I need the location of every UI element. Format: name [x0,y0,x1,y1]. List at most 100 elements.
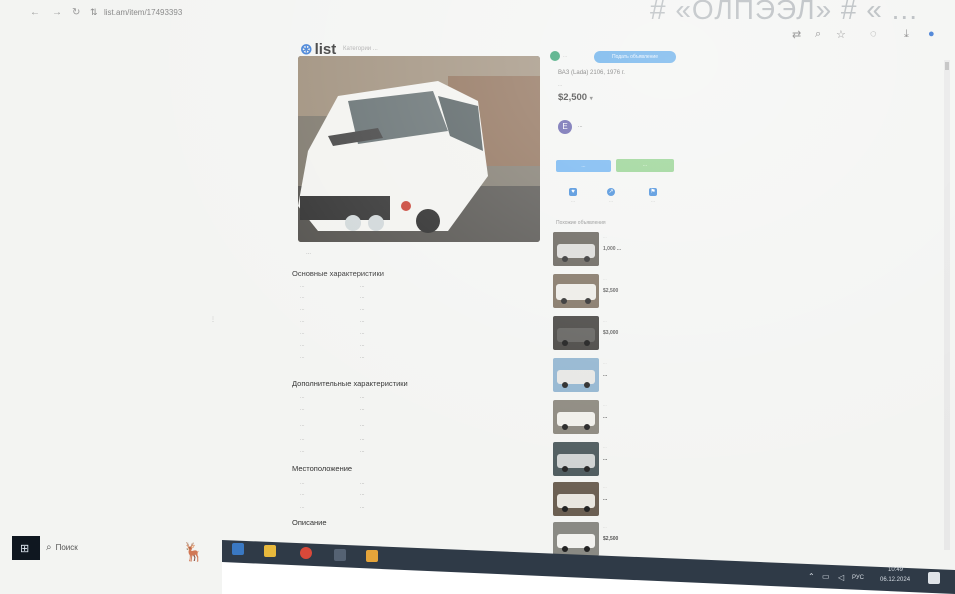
car-thumb-icon [553,442,599,476]
action-label: ... [651,198,655,203]
similar-ad-price: ... [603,414,608,420]
translate-icon[interactable]: ⇄ [792,28,801,41]
spec-key: ... [300,422,305,428]
similar-ad-thumbnail [553,232,599,266]
spec-value: ... [360,422,365,428]
clock-date[interactable]: 06.12.2024 [880,577,910,583]
main-car-photo[interactable] [298,56,540,242]
spec-value: ... [360,394,365,400]
report-action[interactable]: ⚑... [638,188,668,203]
spec-key: ... [300,480,305,486]
spec-row: ...... [300,422,470,432]
volume-icon[interactable]: ◁ [838,573,844,582]
chrome-icon[interactable] [300,547,312,559]
profile-icon[interactable]: ● [928,28,935,40]
spec-row: ...... [300,436,470,446]
download-icon[interactable]: ⤓ [904,28,909,41]
top-nav-links[interactable]: Категории ... [343,46,378,52]
tray-language[interactable]: РУС [852,575,864,581]
spec-row: ...... [300,406,470,416]
address-bar-url[interactable]: list.am/item/17493393 [104,8,182,17]
spec-key: ... [300,504,305,510]
message-button[interactable]: ... [616,159,674,172]
taskbar-app-icon[interactable] [334,549,346,561]
spec-key: ... [300,436,305,442]
heart-icon: ♥ [569,188,577,196]
ad-subtitle: ... [558,82,563,88]
share-action[interactable]: ↗... [596,188,626,203]
car-photo-illustration [298,56,540,242]
photo-caption: ... [306,250,312,256]
car-thumb-icon [553,400,599,434]
similar-ad-thumbnail [553,442,599,476]
spec-value: ... [360,491,365,497]
reload-icon[interactable]: ↻ [72,7,80,18]
site-info-icon[interactable]: ⇅ [90,7,98,18]
section-location-title: Местоположение [292,464,353,473]
ad-title: ВАЗ (Lada) 2106, 1976 г. [558,70,625,76]
spec-key: ... [300,283,305,289]
spec-value: ... [360,330,365,336]
clock-time[interactable]: 10:49 [888,567,903,573]
tray-chevron-icon[interactable]: ⌃ [808,572,815,581]
seller-name[interactable]: ... [578,123,583,129]
spec-row: ...... [300,318,470,328]
scrollbar-thumb[interactable] [945,62,949,70]
spec-key: ... [300,294,305,300]
similar-ad-item[interactable]: ... ... [553,482,683,520]
spec-row: ...... [300,283,470,293]
seller-badge-label: ... [563,53,568,59]
bookmark-star-icon[interactable]: ☆ [836,28,846,41]
spec-value: ... [360,283,365,289]
similar-ad-title: ... [603,360,607,365]
spec-key: ... [300,306,305,312]
taskview-icon[interactable] [232,543,244,555]
section-main-specs-title: Основные характеристики [292,269,384,278]
forward-icon[interactable]: → [52,7,62,18]
similar-ad-price: ... [603,496,608,502]
windows-logo-icon: ⊞ [20,543,30,555]
price[interactable]: $2,500 ▾ [558,92,593,103]
zoom-icon[interactable]: ⌕ [815,28,821,41]
spec-row: ...... [300,491,470,501]
notification-center-icon[interactable] [928,572,940,584]
similar-ad-item[interactable]: ... 1,000 ... [553,232,683,270]
extensions-icon[interactable]: ◌ [870,28,877,40]
network-icon[interactable]: ▭ [822,572,830,581]
moose-widget-icon[interactable]: 🦌 [182,542,204,563]
seller-badge-icon[interactable] [550,51,560,61]
spec-value: ... [360,406,365,412]
similar-ad-item[interactable]: ... $2,500 [553,274,683,312]
similar-ad-title: ... [603,484,607,489]
start-button[interactable]: ⊞ [12,536,40,560]
post-ad-button[interactable]: Подать объявление [594,51,676,63]
back-icon[interactable]: ← [30,7,40,18]
taskbar-search[interactable]: ⌕ Поиск [46,542,78,553]
similar-ad-item[interactable]: ... ... [553,358,683,396]
call-button[interactable]: ... [556,160,611,172]
car-thumb-icon [553,274,599,308]
spec-value: ... [360,448,365,454]
similar-ad-item[interactable]: ... ... [553,442,683,480]
screen-reflection-text: # «ОЛПЭЭЛ» # « ... [650,0,918,25]
spec-key: ... [300,342,305,348]
page-scrollbar[interactable] [944,60,950,550]
spec-value: ... [360,318,365,324]
similar-ad-item[interactable]: ... ... [553,400,683,438]
taskbar-app-icon[interactable] [366,550,378,562]
flag-icon: ⚑ [649,188,657,196]
action-label: ... [609,198,613,203]
similar-ad-price: ... [603,372,608,378]
similar-ad-title: ... [603,524,607,529]
action-label: ... [571,198,575,203]
currency-dropdown-icon[interactable]: ▾ [590,96,593,102]
seller-avatar[interactable]: E [558,120,572,134]
favorite-action[interactable]: ♥... [558,188,588,203]
similar-ad-item[interactable]: ... $3,000 [553,316,683,354]
similar-ad-thumbnail [553,316,599,350]
spec-row: ...... [300,480,470,490]
car-thumb-icon [553,316,599,350]
similar-ad-thumbnail [553,482,599,516]
file-explorer-icon[interactable] [264,545,276,557]
spec-value: ... [360,294,365,300]
